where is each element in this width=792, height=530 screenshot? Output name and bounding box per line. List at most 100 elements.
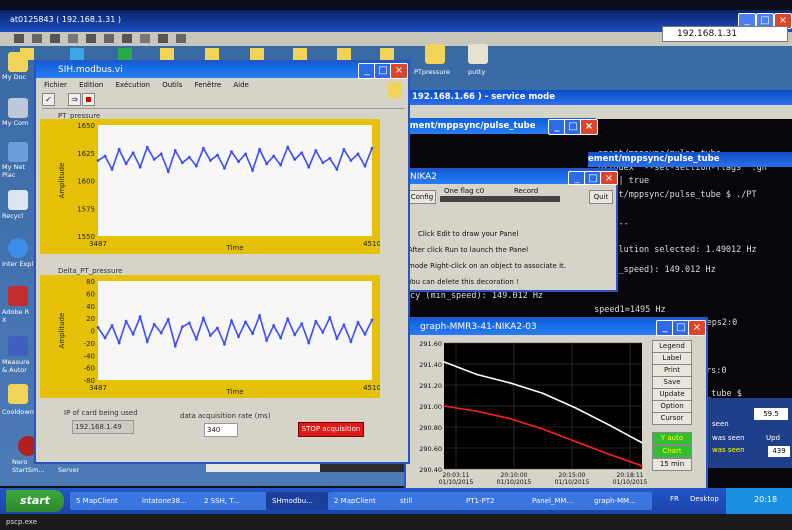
task-item[interactable]: still (394, 492, 462, 510)
nika2-close-button[interactable]: × (600, 171, 618, 185)
quit-button[interactable]: Quit (589, 190, 613, 204)
config-button[interactable]: Config (408, 190, 436, 204)
x-tick-label: 20:10:00 (501, 472, 528, 479)
y-tick-label: 290.80 (419, 424, 442, 432)
data-point (608, 453, 610, 456)
task-item[interactable]: 2 SSH, T... (198, 492, 268, 510)
data-point (300, 151, 304, 155)
y-tick-label: 1600 (77, 178, 95, 186)
stop-acquisition-button[interactable]: STOP acquisition (298, 422, 364, 437)
address-field[interactable]: 192.168.1.31 (662, 26, 788, 42)
data-point (335, 337, 339, 340)
measurement-icon[interactable] (8, 336, 28, 356)
terminal-line: speed1=1495 Hz (594, 304, 666, 315)
my-documents-icon[interactable] (8, 52, 28, 72)
adobe-reader-icon[interactable] (8, 286, 28, 306)
run-icon[interactable]: ✓ (42, 93, 55, 106)
ptpressure-icon[interactable] (425, 44, 445, 64)
menu-item[interactable]: Aide (233, 81, 248, 89)
nika2-title: NIKA2 (410, 172, 438, 182)
task-item[interactable]: SHmodbu... (266, 492, 330, 510)
pulse-window-titlebar[interactable]: ement/mppsync/pulse_tube _ □ × (404, 118, 598, 135)
pulse-tube-titlebar: ement/mppsync/pulse_tube (588, 152, 792, 167)
y-tick-label: -60 (84, 365, 95, 373)
pt-pressure-chart[interactable]: 15501575160016251650Amplitude3487 4510Tim… (40, 119, 380, 254)
data-point (363, 164, 367, 168)
data-point (152, 322, 156, 326)
interval-select[interactable]: 15 min (652, 458, 692, 471)
task-item[interactable]: Panel_MM... (526, 492, 590, 510)
menu-item[interactable]: Outils (162, 81, 182, 89)
delta-pt-pressure-chart[interactable]: -80-60-40-20020406080Amplitude3487 4510Ti… (40, 275, 380, 398)
cooldown-icon[interactable] (8, 384, 28, 404)
run-continuous-icon[interactable]: ⇒ (68, 93, 81, 106)
desktop-toolbar[interactable]: Desktop (690, 495, 719, 503)
task-item[interactable]: intatone38... (136, 492, 200, 510)
value-field-2: 439 (768, 446, 790, 457)
x-axis-label: Time (225, 244, 243, 252)
language-indicator[interactable]: FR (670, 495, 679, 503)
data-point (110, 168, 114, 171)
recycle-bin-icon[interactable] (8, 190, 28, 210)
putty-icon[interactable] (468, 44, 488, 64)
y-tick-label: 1625 (77, 150, 95, 158)
x-tick-label: 01/10/2015 (555, 479, 590, 486)
y-auto-button[interactable]: Y auto (652, 432, 692, 445)
data-point (131, 151, 135, 155)
data-point (335, 168, 339, 171)
rate-field[interactable]: 340 (204, 423, 238, 437)
data-point (251, 169, 254, 172)
my-network-icon[interactable] (8, 142, 28, 162)
data-point (117, 148, 121, 151)
terminal-output: ement/mppsync/pulse_tube b-index' --set-… (598, 148, 767, 277)
y-tick-label: 20 (86, 315, 95, 323)
data-point (279, 336, 283, 340)
chart-button[interactable]: Chart (652, 445, 692, 458)
labview-window[interactable]: SIH.modbus.vi _ □ × Fichier Edition Exéc… (34, 60, 410, 464)
data-point (476, 373, 478, 376)
menu-item[interactable]: Edition (79, 81, 103, 89)
labview-close-button[interactable]: × (390, 63, 408, 79)
task-item[interactable]: 2 MapClient (328, 492, 396, 510)
labview-titlebar: SIH.modbus.vi (36, 62, 408, 78)
x-tick-label: 01/10/2015 (439, 479, 474, 486)
toolbar-icons[interactable] (0, 32, 200, 46)
task-item[interactable]: graph-MM... (588, 492, 652, 510)
data-point (328, 156, 332, 160)
nika2-window[interactable]: NIKA2 _ □ × Config One flag c0 Record Qu… (404, 168, 618, 292)
instruction-line: You can delete this decoration ! (408, 278, 519, 286)
ptpressure-label: PTpressure (414, 68, 450, 76)
x-tick-label: 4510 (363, 384, 380, 392)
instruction-line: mode Right-click on an object to associa… (408, 262, 566, 270)
graph-chart[interactable]: 290.40 290.60 290.80 291.00 291.20 291.40 291.… (410, 339, 650, 491)
internet-explorer-icon[interactable] (8, 238, 28, 258)
data-point (201, 146, 205, 150)
was-seen-label: was seen (712, 434, 745, 442)
task-item[interactable]: PT1-PT2 (460, 492, 528, 510)
system-tray: 20:18 (726, 488, 792, 514)
task-item[interactable]: 5 MapClient (70, 492, 138, 510)
y-tick-label: 291.40 (419, 361, 442, 369)
pulse-close-button[interactable]: × (580, 119, 598, 135)
graph-close-button[interactable]: × (688, 320, 706, 336)
y-tick-label: 60 (86, 290, 95, 298)
data-point (509, 417, 511, 420)
ip-field[interactable]: 192.168.1.49 (72, 420, 134, 434)
menu-item[interactable]: Fichier (44, 81, 67, 89)
y-tick-label: 291.60 (419, 340, 442, 348)
data-point (145, 340, 149, 344)
start-button[interactable]: start (6, 490, 64, 512)
data-point (272, 324, 276, 327)
data-point (265, 339, 269, 342)
cursor-button[interactable]: Cursor (652, 412, 692, 425)
menu-item[interactable]: Exécution (116, 81, 150, 89)
my-computer-icon[interactable] (8, 98, 28, 118)
abort-icon[interactable] (82, 93, 95, 106)
remote-title: at0125843 ( 192.168.1.31 ) (10, 15, 121, 24)
data-point (244, 152, 247, 156)
pscp-label: pscp.exe (6, 518, 38, 526)
menu-item[interactable]: Fenêtre (195, 81, 221, 89)
cooldown-label: Cooldown (2, 408, 34, 416)
data-point (286, 317, 290, 321)
data-point (138, 165, 142, 169)
